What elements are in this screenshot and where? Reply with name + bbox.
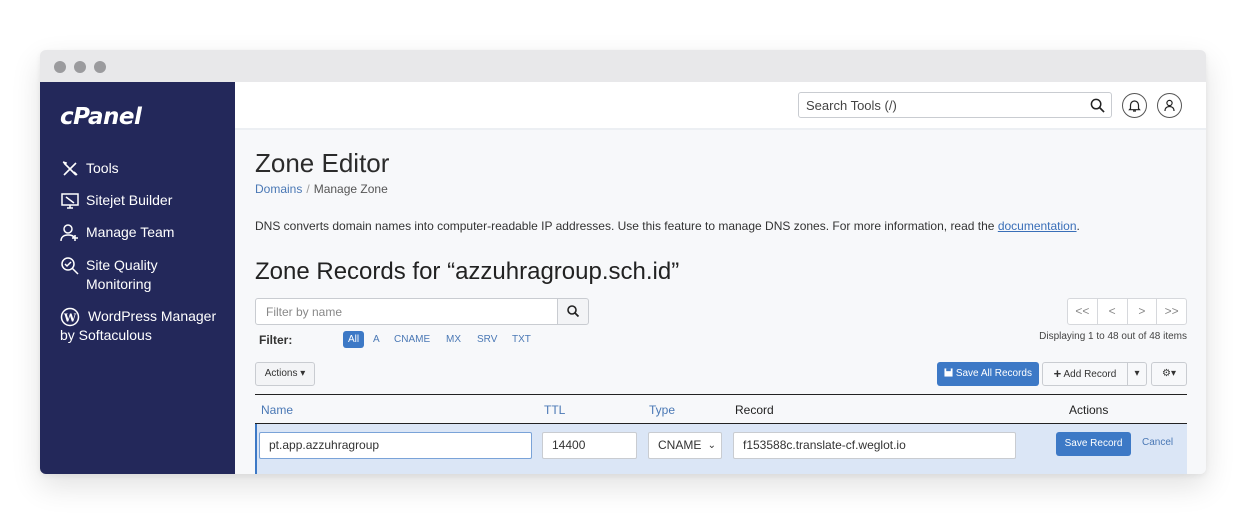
sidebar-item-label: Manage Team xyxy=(86,224,175,240)
search-tools-input[interactable]: Search Tools (/) xyxy=(798,92,1112,118)
sidebar-item-label: Tools xyxy=(86,160,119,176)
monitor-icon xyxy=(61,193,79,209)
filter-placeholder: Filter by name xyxy=(266,305,343,319)
sidebar-item-site-quality[interactable]: Site Quality Monitoring xyxy=(60,256,230,296)
settings-dropdown-button[interactable]: ⚙▾ xyxy=(1151,362,1187,386)
main-content: Search Tools (/) Zone Editor Domains / Man… xyxy=(235,82,1206,474)
user-icon xyxy=(1164,99,1175,112)
zone-records-title: Zone Records for “azzuhragroup.sch.id” xyxy=(255,258,680,285)
save-all-label: Save All Records xyxy=(955,368,1032,379)
record-value-input[interactable]: f153588c.translate-cf.weglot.io xyxy=(733,432,1016,459)
record-type-select[interactable]: CNAME ⌄ xyxy=(648,432,722,459)
floppy-disk-icon xyxy=(944,368,953,377)
search-placeholder: Search Tools (/) xyxy=(806,98,897,113)
col-header-record: Record xyxy=(735,403,774,417)
search-icon xyxy=(567,305,580,318)
window-minimize-dot[interactable] xyxy=(74,61,86,73)
team-icon xyxy=(60,224,78,242)
page-title: Zone Editor xyxy=(255,148,390,178)
breadcrumb: Domains / Manage Zone xyxy=(255,182,388,196)
search-icon xyxy=(1090,98,1105,113)
sidebar-item-tools[interactable]: Tools xyxy=(60,159,230,179)
window-maximize-dot[interactable] xyxy=(94,61,106,73)
pager-last-button[interactable]: >> xyxy=(1157,299,1186,324)
filter-label: Filter: xyxy=(259,333,293,347)
filter-chip-cname[interactable]: CNAME xyxy=(389,331,435,348)
actions-dropdown-button[interactable]: Actions ▾ xyxy=(255,362,315,386)
top-bar: Search Tools (/) xyxy=(235,82,1206,130)
bell-icon xyxy=(1128,100,1141,112)
sidebar-item-label: Sitejet Builder xyxy=(86,192,173,208)
add-record-button[interactable]: + Add Record xyxy=(1042,362,1128,386)
sidebar-item-wordpress[interactable]: W WordPress Manager by Softaculous xyxy=(60,307,230,367)
add-record-dropdown-button[interactable]: ▾ xyxy=(1127,362,1147,386)
page-description: DNS converts domain names into computer-… xyxy=(255,219,1195,233)
window-close-dot[interactable] xyxy=(54,61,66,73)
documentation-link[interactable]: documentation xyxy=(998,219,1077,233)
record-name-input[interactable]: pt.app.azzuhragroup xyxy=(259,432,532,459)
notifications-button[interactable] xyxy=(1122,93,1147,118)
col-header-actions: Actions xyxy=(1069,403,1109,417)
col-header-ttl[interactable]: TTL xyxy=(544,403,565,417)
table-row-editing: pt.app.azzuhragroup 14400 CNAME ⌄ f153588… xyxy=(255,424,1187,474)
filter-chip-txt[interactable]: TXT xyxy=(507,331,536,348)
add-record-label: Add Record xyxy=(1063,369,1117,380)
cancel-edit-link[interactable]: Cancel xyxy=(1142,437,1173,448)
sidebar-item-label: Site Quality Monitoring xyxy=(86,257,158,292)
filter-search-button[interactable] xyxy=(557,298,589,325)
filter-chip-mx[interactable]: MX xyxy=(441,331,466,348)
save-all-records-button[interactable]: Save All Records xyxy=(937,362,1039,386)
plus-icon: + xyxy=(1053,366,1062,381)
pager-next-button[interactable]: > xyxy=(1128,299,1158,324)
gear-icon: ⚙▾ xyxy=(1162,368,1176,379)
pager-info: Displaying 1 to 48 out of 48 items xyxy=(1039,331,1187,342)
breadcrumb-separator: / xyxy=(306,182,310,196)
filter-by-name-input[interactable]: Filter by name xyxy=(255,298,558,325)
pager-first-button[interactable]: << xyxy=(1068,299,1098,324)
description-text: DNS converts domain names into computer-… xyxy=(255,219,998,233)
window-titlebar xyxy=(40,50,1206,82)
cpanel-logo[interactable]: cPanel xyxy=(60,104,142,130)
col-header-name[interactable]: Name xyxy=(261,403,293,417)
breadcrumb-current: Manage Zone xyxy=(313,182,388,196)
filter-chip-a[interactable]: A xyxy=(368,331,385,348)
actions-label: Actions xyxy=(264,368,298,379)
sidebar-item-sitejet[interactable]: Sitejet Builder xyxy=(60,191,230,211)
col-header-type[interactable]: Type xyxy=(649,403,675,417)
records-table-header: Name TTL Type Record Actions xyxy=(255,394,1187,424)
caret-down-icon: ▾ xyxy=(1134,368,1140,379)
filter-chip-all[interactable]: All xyxy=(343,331,365,348)
chevron-down-icon: ⌄ xyxy=(707,440,716,451)
sidebar-item-label: WordPress Manager by Softaculous xyxy=(60,308,217,343)
save-record-button[interactable]: Save Record xyxy=(1056,432,1131,456)
browser-window: cPanel Tools Sitejet Builder Manage Team… xyxy=(40,50,1206,474)
breadcrumb-domains-link[interactable]: Domains xyxy=(255,182,302,196)
user-menu-button[interactable] xyxy=(1157,93,1182,118)
sidebar-item-manage-team[interactable]: Manage Team xyxy=(60,223,230,243)
description-end: . xyxy=(1076,219,1080,233)
record-ttl-input[interactable]: 14400 xyxy=(542,432,637,459)
tools-icon xyxy=(62,161,78,176)
sidebar: cPanel Tools Sitejet Builder Manage Team… xyxy=(40,82,235,474)
pager-prev-button[interactable]: < xyxy=(1098,299,1128,324)
record-type-value: CNAME xyxy=(658,438,702,452)
quality-icon xyxy=(61,257,79,275)
pagination: << < > >> xyxy=(1067,298,1187,325)
filter-chip-srv[interactable]: SRV xyxy=(472,331,502,348)
